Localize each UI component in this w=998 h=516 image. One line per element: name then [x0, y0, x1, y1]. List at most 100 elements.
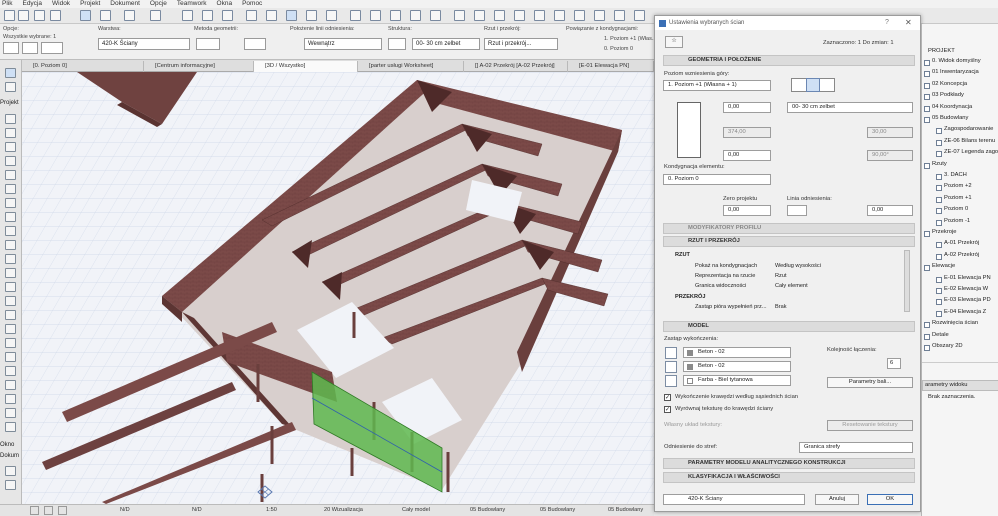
text-tool-icon[interactable] — [5, 480, 16, 490]
select-mode-button[interactable] — [3, 42, 19, 54]
grid-snap-icon[interactable] — [124, 10, 135, 21]
wall-tool-icon[interactable] — [5, 114, 16, 124]
tree-root[interactable]: PROJEKT — [928, 48, 955, 54]
layer-icon[interactable] — [182, 10, 193, 21]
bottom-offset-field[interactable]: 0,00 — [723, 150, 771, 161]
dimension-tool-icon[interactable] — [5, 466, 16, 476]
tree-item[interactable]: 3. DACH — [944, 172, 967, 178]
favorites-button[interactable]: ☆ — [665, 36, 683, 48]
chk-edge-checkbox[interactable]: ✓ — [664, 394, 671, 401]
structure-select[interactable]: 00- 30 cm zelbet — [412, 38, 480, 50]
zero-field[interactable]: 0,00 — [723, 205, 771, 216]
multiply-icon[interactable] — [554, 10, 565, 21]
shape-icon[interactable] — [202, 10, 213, 21]
roof-tool-icon[interactable] — [5, 198, 16, 208]
settings-button[interactable] — [41, 42, 63, 54]
column-tool-icon[interactable] — [5, 128, 16, 138]
tree-item[interactable]: Obszary 2D — [932, 343, 963, 349]
tree-item[interactable]: Zagospodarowanie — [944, 126, 993, 132]
surface-ref-icon[interactable] — [665, 361, 677, 373]
tree-item[interactable]: 01 Inwentaryzacja — [932, 69, 979, 75]
ref-line-position-icons[interactable] — [789, 127, 829, 137]
teamwork-icon[interactable] — [150, 10, 161, 21]
wall-type-trapezoid-icon[interactable] — [806, 78, 820, 92]
view-preset[interactable]: 20 Wizualizacja — [324, 505, 363, 516]
layer-combo-2[interactable]: 05 Budowlany — [540, 505, 575, 516]
menu-dokument[interactable]: Dokument — [110, 0, 140, 8]
menu-opcje[interactable]: Opcje — [150, 0, 167, 8]
reset-texture-button[interactable]: Resetowanie tekstury — [827, 420, 913, 431]
cancel-button[interactable]: Anuluj — [815, 494, 859, 505]
resize-icon[interactable] — [574, 10, 585, 21]
tab-poziom-0[interactable]: [0. Poziom 0] — [22, 61, 144, 72]
view-params-header[interactable]: arametry widoku — [922, 380, 998, 391]
geometry-method-button[interactable] — [196, 38, 220, 50]
curtain-wall-tool-icon[interactable] — [5, 240, 16, 250]
section-plan[interactable]: RZUT I PRZEKRÓJ — [663, 236, 915, 247]
tree-item[interactable]: Poziom +1 — [944, 195, 972, 201]
tab-centrum[interactable]: [Centrum informacyjne] — [144, 61, 254, 72]
plan-row[interactable]: Granica widoczności Cały element — [663, 281, 901, 291]
tab-a02[interactable]: [] A-02 Przekrój [A-02 Przekrój] — [464, 61, 568, 72]
layer-combo-3[interactable]: 05 Budowlany — [608, 505, 643, 516]
move-icon[interactable] — [454, 10, 465, 21]
worksheet-tool-icon[interactable] — [5, 422, 16, 432]
intersect-icon[interactable] — [430, 10, 441, 21]
split-icon[interactable] — [390, 10, 401, 21]
layer-select[interactable]: 420-K Ściany — [98, 38, 190, 50]
section-analytic[interactable]: PARAMETRY MODELU ANALITYCZNEGO KONSTRUKC… — [663, 458, 915, 469]
render-icon[interactable] — [222, 10, 233, 21]
thickness-field[interactable]: 30,00 — [867, 127, 913, 138]
fit-icon[interactable] — [58, 506, 67, 515]
rotate-icon[interactable] — [474, 10, 485, 21]
menu-projekt[interactable]: Projekt — [80, 0, 100, 8]
chk-texture-checkbox[interactable]: ✓ — [664, 406, 671, 413]
zone-select[interactable]: Granica strefy — [799, 442, 913, 453]
tree-item[interactable]: 04 Koordynacja — [932, 104, 972, 110]
orbit-icon[interactable] — [266, 10, 277, 21]
adjust-icon[interactable] — [410, 10, 421, 21]
scale-value[interactable]: 1:50 — [266, 505, 277, 516]
tree-item[interactable]: Rzuty — [932, 161, 947, 167]
menu-pomoc[interactable]: Pomoc — [242, 0, 262, 8]
walk-icon[interactable] — [306, 10, 317, 21]
trim-icon[interactable] — [370, 10, 381, 21]
nav-icon[interactable] — [246, 10, 257, 21]
angle-field[interactable]: 90,00° — [867, 150, 913, 161]
tree-item[interactable]: Przekroje — [932, 229, 956, 235]
3d-viewport[interactable] — [22, 72, 654, 504]
layer-select[interactable]: 420-K Ściany — [663, 494, 805, 505]
section-model[interactable]: MODEL — [663, 321, 915, 332]
ref-line-select[interactable] — [787, 205, 807, 216]
tree-item[interactable]: E-04 Elewacja Z — [944, 309, 986, 315]
tree-item[interactable]: A-02 Przekrój — [944, 252, 979, 258]
tree-item[interactable]: Poziom +2 — [944, 183, 972, 189]
3d-view-icon[interactable] — [286, 10, 297, 21]
cut-icon[interactable] — [350, 10, 361, 21]
tree-item[interactable]: E-03 Elewacja PD — [944, 297, 991, 303]
sphere-icon[interactable] — [326, 10, 337, 21]
zone-tool-icon[interactable] — [5, 338, 16, 348]
wall-end-tool-icon[interactable] — [5, 296, 16, 306]
ref-offset-field[interactable]: 0,00 — [867, 205, 913, 216]
drag-icon[interactable] — [534, 10, 545, 21]
elevate-icon[interactable] — [514, 10, 525, 21]
ref-line-select[interactable]: Wewnątrz — [304, 38, 382, 50]
plan-row[interactable]: Pokaż na kondygnacjach Według wysokości — [663, 261, 901, 271]
tree-item[interactable]: 02 Koncepcja — [932, 81, 967, 87]
tree-item[interactable]: ZE-06 Bilans terenu — [944, 138, 995, 144]
tab-e01[interactable]: [E-01 Elewacja PN] — [568, 61, 654, 72]
marquee-icon[interactable] — [50, 10, 61, 21]
menu-okna[interactable]: Okna — [217, 0, 233, 8]
tree-item[interactable]: 05 Budowlany — [932, 115, 968, 121]
lamp-tool-icon[interactable] — [5, 324, 16, 334]
ok-button[interactable]: OK — [867, 494, 913, 505]
beam-tool-icon[interactable] — [5, 142, 16, 152]
surface-select-1[interactable]: Beton - 02 — [683, 347, 791, 358]
menu-plik[interactable]: Plik — [2, 0, 12, 8]
undo-icon[interactable] — [4, 10, 15, 21]
slant-type-icons[interactable] — [789, 150, 829, 160]
tree-item[interactable]: 0. Widok domyślny — [932, 58, 981, 64]
order-field[interactable]: 6 — [887, 358, 901, 369]
surface-select-2[interactable]: Beton - 02 — [683, 361, 791, 372]
